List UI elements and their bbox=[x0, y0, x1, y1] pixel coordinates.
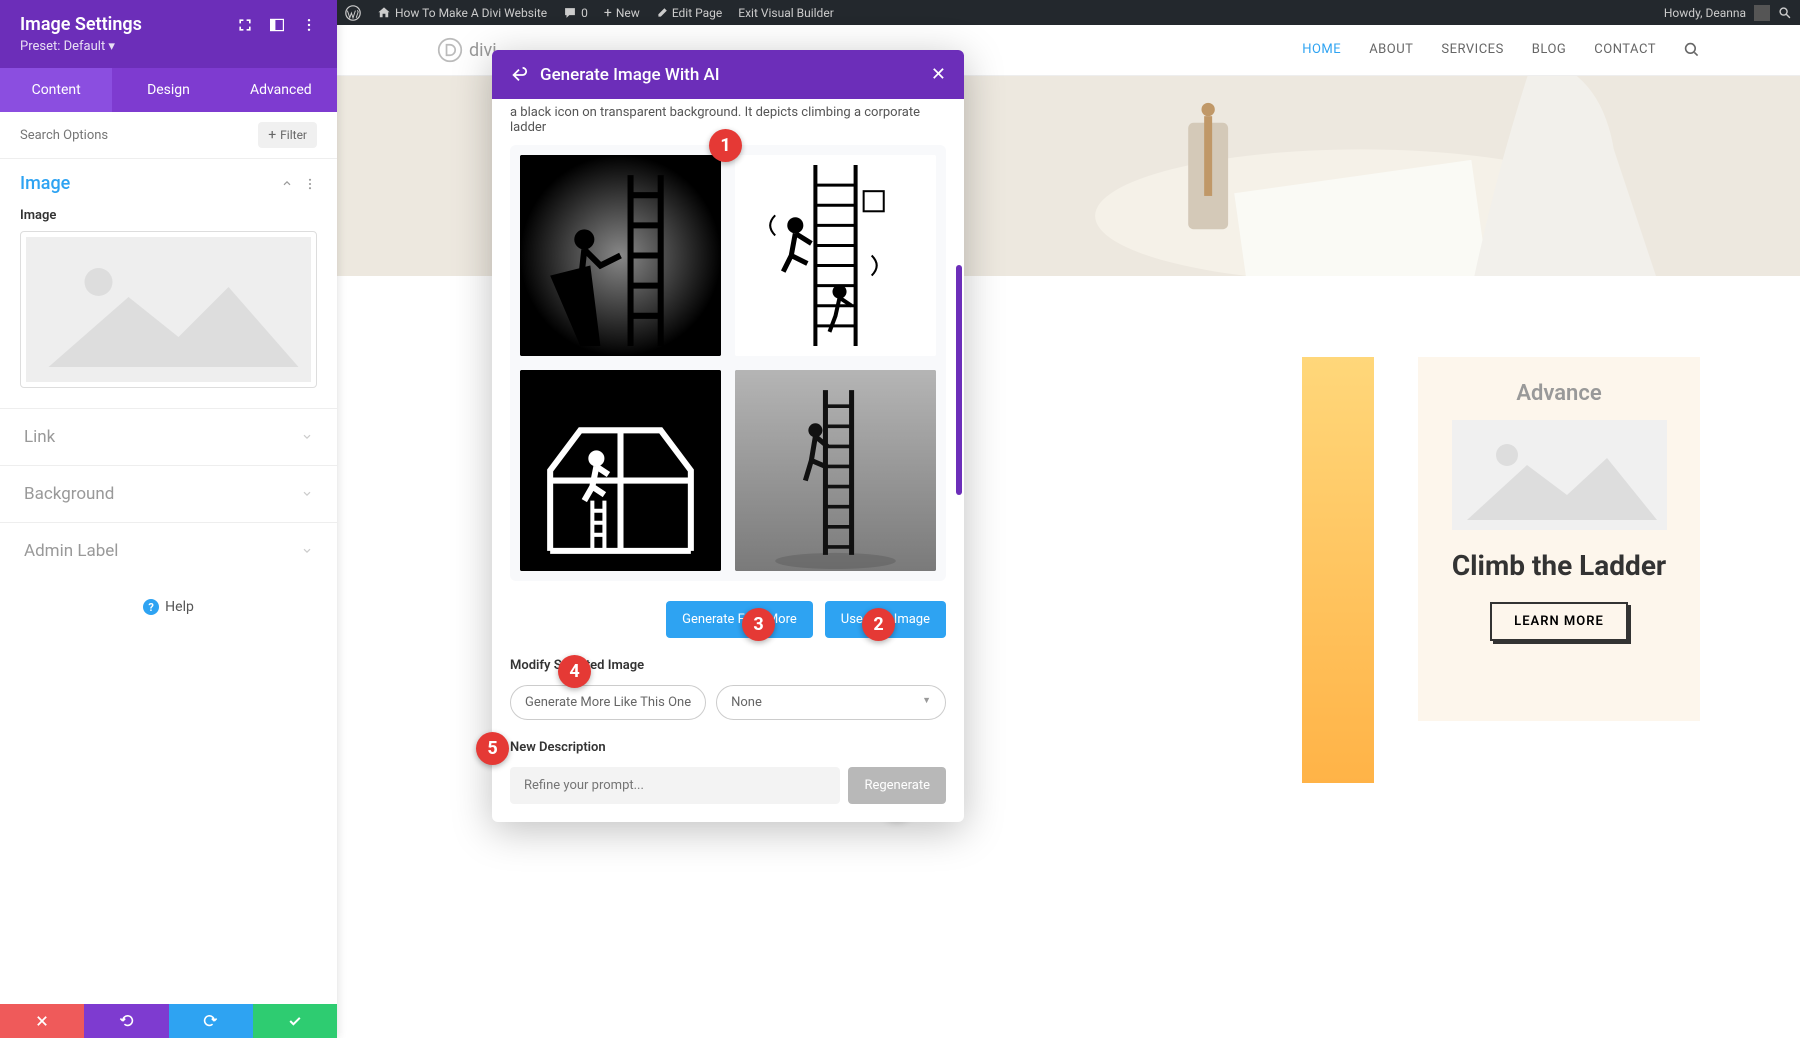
tab-advanced[interactable]: Advanced bbox=[225, 68, 337, 112]
site-logo[interactable]: divi bbox=[437, 37, 497, 63]
wp-edit-page[interactable]: Edit Page bbox=[648, 6, 730, 20]
back-arrow-icon[interactable] bbox=[510, 66, 528, 84]
nav-search-icon[interactable] bbox=[1684, 42, 1700, 58]
help-icon: ? bbox=[143, 599, 159, 615]
background-label: Background bbox=[24, 484, 114, 504]
image-section-title: Image bbox=[20, 173, 281, 194]
expand-icon[interactable] bbox=[237, 17, 253, 33]
wp-exit-vb[interactable]: Exit Visual Builder bbox=[730, 6, 842, 20]
generated-image-2[interactable] bbox=[735, 155, 936, 356]
callout-1: 1 bbox=[709, 129, 742, 162]
generate-more-like-this-button[interactable]: Generate More Like This One bbox=[510, 685, 706, 720]
card-image-placeholder bbox=[1452, 420, 1667, 530]
wp-admin-bar: How To Make A Divi Website 0 + New Edit … bbox=[337, 0, 1800, 25]
chevron-down-icon bbox=[301, 488, 313, 500]
wp-edit-label: Edit Page bbox=[672, 6, 722, 20]
wp-new[interactable]: + New bbox=[596, 5, 648, 21]
nav-services[interactable]: SERVICES bbox=[1441, 42, 1503, 58]
card-heading: Climb the Ladder bbox=[1452, 548, 1666, 584]
wp-comment-count: 0 bbox=[581, 6, 588, 20]
callout-3: 3 bbox=[742, 608, 775, 641]
wp-new-label: New bbox=[616, 6, 640, 20]
redo-button[interactable] bbox=[169, 1004, 253, 1038]
scrollbar[interactable] bbox=[956, 265, 962, 495]
wp-site-link[interactable]: How To Make A Divi Website bbox=[369, 6, 555, 20]
nav-about[interactable]: ABOUT bbox=[1369, 42, 1413, 58]
search-options-input[interactable] bbox=[20, 128, 258, 143]
admin-label-section[interactable]: Admin Label bbox=[0, 522, 337, 579]
sidebar-search-row: + Filter bbox=[0, 112, 337, 159]
preset-selector[interactable]: Preset: Default ▾ bbox=[20, 39, 317, 54]
panel-icon[interactable] bbox=[269, 17, 285, 33]
sidebar-tabs: Content Design Advanced bbox=[0, 68, 337, 112]
new-desc-label: New Description bbox=[510, 740, 946, 755]
sidebar-header: Image Settings Preset: Default ▾ bbox=[0, 0, 337, 68]
callout-4: 4 bbox=[558, 655, 591, 688]
wp-greeting[interactable]: Howdy, Deanna bbox=[1664, 6, 1746, 20]
tab-design[interactable]: Design bbox=[112, 68, 224, 112]
wp-comments[interactable]: 0 bbox=[555, 6, 596, 20]
sidebar-title: Image Settings bbox=[20, 14, 237, 35]
more-vert-icon[interactable] bbox=[303, 177, 317, 191]
generate-image-modal: Generate Image With AI ✕ a black icon on… bbox=[492, 50, 964, 822]
modal-header: Generate Image With AI ✕ bbox=[492, 50, 964, 99]
undo-button[interactable] bbox=[84, 1004, 168, 1038]
sidebar-footer bbox=[0, 1004, 337, 1038]
check-icon bbox=[287, 1013, 303, 1029]
chevron-down-icon bbox=[301, 431, 313, 443]
nav-blog[interactable]: BLOG bbox=[1532, 42, 1567, 58]
callout-5: 5 bbox=[476, 732, 509, 765]
image-section-header[interactable]: Image bbox=[0, 159, 337, 208]
placeholder-icon bbox=[1452, 420, 1667, 530]
generated-image-1[interactable] bbox=[520, 155, 721, 356]
generate-four-more-button[interactable]: Generate Four More bbox=[666, 601, 813, 638]
wp-site-name: How To Make A Divi Website bbox=[395, 6, 547, 20]
modal-title: Generate Image With AI bbox=[540, 65, 919, 85]
generated-image-3[interactable] bbox=[520, 370, 721, 571]
placeholder-icon bbox=[26, 237, 311, 382]
refine-row: Regenerate bbox=[510, 767, 946, 804]
image-preview[interactable] bbox=[20, 231, 317, 388]
learn-more-button[interactable]: LEARN MORE bbox=[1490, 602, 1628, 641]
filter-button[interactable]: + Filter bbox=[258, 122, 317, 148]
more-vert-icon[interactable] bbox=[301, 17, 317, 33]
save-button[interactable] bbox=[253, 1004, 337, 1038]
filter-label: Filter bbox=[280, 128, 307, 142]
admin-label-label: Admin Label bbox=[24, 541, 118, 561]
site-nav: HOME ABOUT SERVICES BLOG CONTACT bbox=[1302, 42, 1700, 58]
modal-close-button[interactable]: ✕ bbox=[931, 64, 946, 85]
help-label: Help bbox=[165, 599, 194, 615]
regenerate-button[interactable]: Regenerate bbox=[848, 767, 946, 804]
cancel-button[interactable] bbox=[0, 1004, 84, 1038]
card-behind bbox=[1302, 357, 1374, 783]
advance-card: Advance Climb the Ladder LEARN MORE bbox=[1418, 357, 1700, 721]
wp-search-icon[interactable] bbox=[1778, 6, 1792, 20]
link-label: Link bbox=[24, 427, 55, 447]
undo-icon bbox=[118, 1013, 134, 1029]
image-field-label: Image bbox=[0, 208, 337, 231]
background-section[interactable]: Background bbox=[0, 465, 337, 522]
image-results-grid bbox=[510, 145, 946, 581]
tab-content[interactable]: Content bbox=[0, 68, 112, 112]
refine-prompt-input[interactable] bbox=[510, 767, 840, 804]
modify-row: Generate More Like This One None bbox=[510, 685, 946, 720]
chevron-down-icon bbox=[301, 545, 313, 557]
chevron-up-icon[interactable] bbox=[281, 177, 293, 189]
generated-image-4[interactable] bbox=[735, 370, 936, 571]
wp-exit-label: Exit Visual Builder bbox=[738, 6, 834, 20]
help-link[interactable]: ? Help bbox=[0, 579, 337, 635]
nav-contact[interactable]: CONTACT bbox=[1594, 42, 1656, 58]
divi-logo-icon bbox=[437, 37, 463, 63]
wp-avatar[interactable] bbox=[1754, 5, 1770, 21]
nav-home[interactable]: HOME bbox=[1302, 42, 1341, 58]
settings-sidebar: Image Settings Preset: Default ▾ Content… bbox=[0, 0, 337, 1038]
link-section[interactable]: Link bbox=[0, 408, 337, 465]
card-subtitle: Advance bbox=[1516, 381, 1601, 406]
redo-icon bbox=[203, 1013, 219, 1029]
wp-logo[interactable] bbox=[337, 5, 369, 21]
close-icon bbox=[35, 1014, 49, 1028]
modify-select[interactable]: None bbox=[716, 685, 946, 720]
callout-2: 2 bbox=[862, 608, 895, 641]
